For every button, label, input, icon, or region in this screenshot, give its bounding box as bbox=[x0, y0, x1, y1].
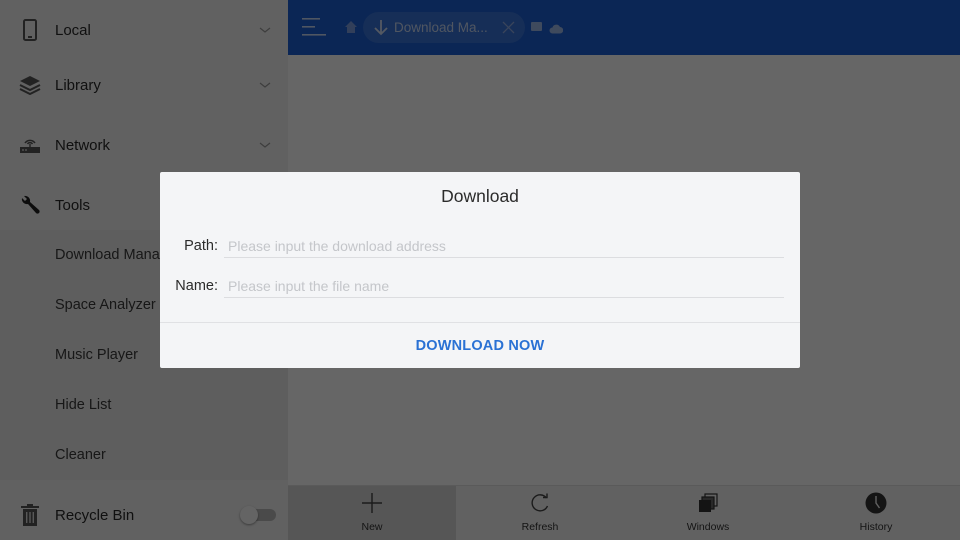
path-label: Path: bbox=[184, 238, 218, 254]
download-now-button[interactable]: DOWNLOAD NOW bbox=[160, 323, 800, 368]
path-input[interactable] bbox=[224, 234, 784, 258]
name-input[interactable] bbox=[224, 274, 784, 298]
name-label: Name: bbox=[175, 278, 218, 294]
download-dialog: Download Path: Name: DOWNLOAD NOW bbox=[160, 172, 800, 368]
dialog-title: Download bbox=[441, 186, 519, 206]
